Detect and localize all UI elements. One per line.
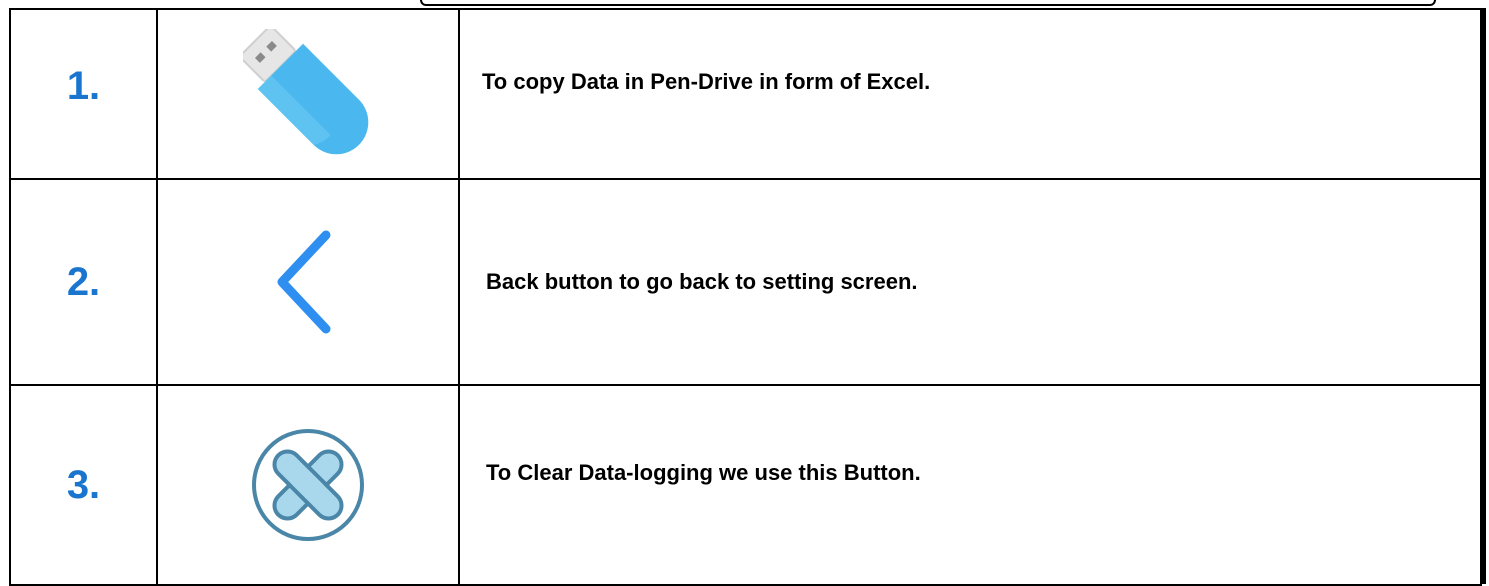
usb-drive-icon[interactable] bbox=[243, 29, 373, 159]
row-number-cell: 3. bbox=[9, 384, 158, 586]
row-description: Back button to go back to setting screen… bbox=[486, 269, 918, 294]
button-legend-table: 1. To copy Data in Pen-Drive in form of … bbox=[9, 8, 1482, 586]
table-row: 2. Back button to go back to setting scr… bbox=[9, 178, 1482, 386]
row-icon-cell bbox=[156, 384, 460, 586]
row-number: 2. bbox=[66, 259, 101, 304]
row-description-cell: To copy Data in Pen-Drive in form of Exc… bbox=[458, 8, 1482, 180]
row-description: To copy Data in Pen-Drive in form of Exc… bbox=[482, 69, 931, 94]
row-description: To Clear Data-logging we use this Button… bbox=[486, 460, 921, 485]
top-border-frame bbox=[420, 0, 1436, 6]
row-number: 3. bbox=[66, 462, 101, 507]
clear-x-circle-icon[interactable] bbox=[248, 425, 368, 545]
row-number-cell: 1. bbox=[9, 8, 158, 180]
row-description-cell: To Clear Data-logging we use this Button… bbox=[458, 384, 1482, 586]
row-description-cell: Back button to go back to setting screen… bbox=[458, 178, 1482, 386]
chevron-left-icon[interactable] bbox=[268, 227, 348, 337]
row-icon-cell bbox=[156, 178, 460, 386]
table-row: 3. To Clear Data-logging we use this But… bbox=[9, 384, 1482, 586]
row-number-cell: 2. bbox=[9, 178, 158, 386]
outer-right-border bbox=[1482, 8, 1486, 584]
row-icon-cell bbox=[156, 8, 460, 180]
row-number: 1. bbox=[66, 63, 101, 108]
table-row: 1. To copy Data in Pen-Drive in form of … bbox=[9, 8, 1482, 180]
